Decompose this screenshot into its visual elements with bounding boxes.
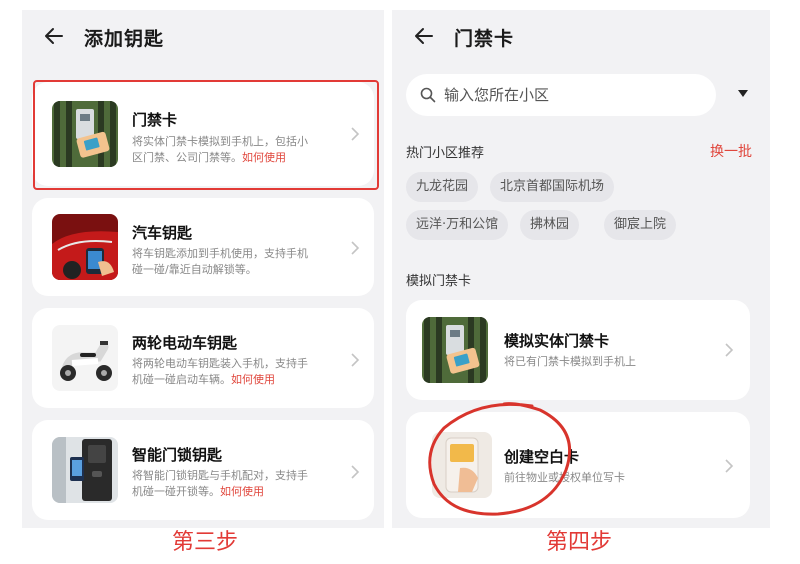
card-ebike-key[interactable]: 两轮电动车钥匙 将两轮电动车钥匙装入手机，支持手 机碰一碰启动车辆。如何使用 <box>32 308 374 408</box>
community-chip[interactable]: 拂林园 <box>520 210 580 240</box>
card-description: 将车钥匙添加到手机使用，支持手机 碰一碰/靠近自动解锁等。 <box>132 246 364 278</box>
access-card-image <box>422 317 488 383</box>
card-title: 智能门锁钥匙 <box>132 446 223 464</box>
desc-line: 机碰一碰开锁等。 <box>132 485 220 498</box>
page-title: 门禁卡 <box>454 28 515 50</box>
refresh-button[interactable]: 换一批 <box>710 141 752 161</box>
highlight-circle <box>428 402 572 516</box>
community-search[interactable] <box>406 74 716 116</box>
add-key-screen: 添加钥匙 门禁卡 将实体门禁卡模拟到手机上，包括小 区门禁、公司门禁等。如何使用 <box>22 10 384 528</box>
simulate-section-title: 模拟门禁卡 <box>406 274 472 289</box>
community-chip[interactable]: 北京首都国际机场 <box>490 172 615 202</box>
community-chip[interactable]: 九龙花园 <box>406 172 479 202</box>
smart-lock-image <box>52 437 118 503</box>
hot-community-title: 热门小区推荐 <box>406 146 485 161</box>
community-chip[interactable]: 御宸上院 <box>604 210 677 240</box>
how-to-use-link[interactable]: 如何使用 <box>220 485 264 498</box>
how-to-use-link[interactable]: 如何使用 <box>231 373 275 386</box>
dropdown-triangle-icon[interactable] <box>738 90 748 97</box>
step-label-four: 第四步 <box>546 530 613 555</box>
search-icon <box>420 87 436 103</box>
chevron-right-icon <box>351 465 360 479</box>
highlight-box <box>33 80 379 190</box>
card-simulate-physical[interactable]: 模拟实体门禁卡 将已有门禁卡模拟到手机上 <box>406 300 750 400</box>
card-description: 将智能门锁钥匙与手机配对，支持手 机碰一碰开锁等。如何使用 <box>132 468 364 500</box>
back-button[interactable] <box>412 22 442 50</box>
back-arrow-icon <box>415 28 433 44</box>
step-label-three: 第三步 <box>172 530 239 555</box>
card-title: 汽车钥匙 <box>132 224 193 242</box>
search-input[interactable] <box>444 84 704 106</box>
header: 门禁卡 <box>392 10 770 62</box>
chevron-right-icon <box>351 353 360 367</box>
community-chip[interactable]: 远洋·万和公馆 <box>406 210 509 240</box>
card-description: 将两轮电动车钥匙装入手机，支持手 机碰一碰启动车辆。如何使用 <box>132 356 364 388</box>
card-title: 模拟实体门禁卡 <box>504 332 610 350</box>
card-smart-lock-key[interactable]: 智能门锁钥匙 将智能门锁钥匙与手机配对，支持手 机碰一碰开锁等。如何使用 <box>32 420 374 520</box>
desc-line: 将车钥匙添加到手机使用，支持手机 <box>132 247 308 260</box>
header: 添加钥匙 <box>22 10 384 62</box>
back-button[interactable] <box>42 22 72 50</box>
back-arrow-icon <box>45 28 63 44</box>
chevron-right-icon <box>725 459 734 473</box>
card-description: 将已有门禁卡模拟到手机上 <box>504 355 636 368</box>
desc-line: 将智能门锁钥匙与手机配对，支持手 <box>132 469 308 482</box>
chevron-right-icon <box>725 343 734 357</box>
desc-line: 将两轮电动车钥匙装入手机，支持手 <box>132 357 308 370</box>
desc-line: 碰一碰/靠近自动解锁等。 <box>132 263 257 276</box>
card-title: 两轮电动车钥匙 <box>132 334 238 352</box>
chevron-right-icon <box>351 241 360 255</box>
page-title: 添加钥匙 <box>84 28 165 50</box>
card-car-key[interactable]: 汽车钥匙 将车钥匙添加到手机使用，支持手机 碰一碰/靠近自动解锁等。 <box>32 198 374 296</box>
desc-line: 机碰一碰启动车辆。 <box>132 373 231 386</box>
car-key-image <box>52 214 118 280</box>
ebike-image <box>52 325 118 391</box>
